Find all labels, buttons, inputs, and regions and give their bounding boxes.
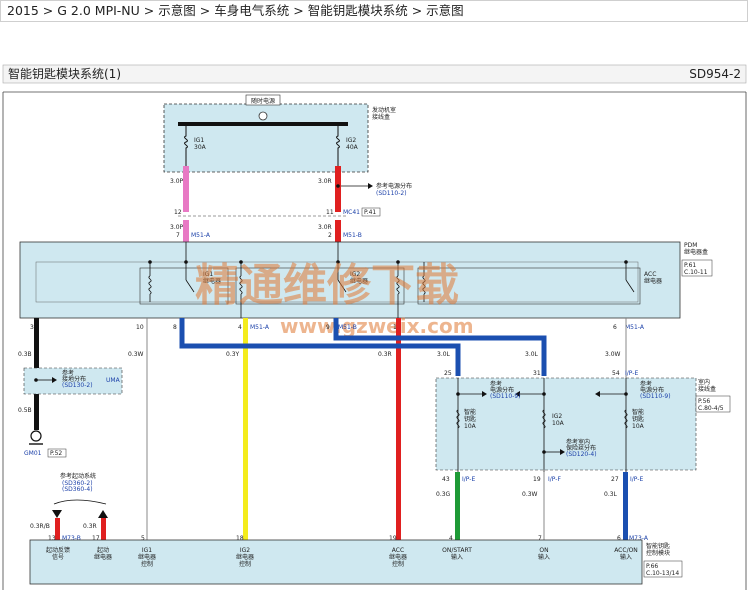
module-name: 智能钥匙控制模块 [646, 542, 670, 557]
connector-mc41: MC41 [343, 209, 360, 216]
start-ref-codes[interactable]: (SD360-2) (SD360-4) [62, 480, 93, 493]
connector-ip-f: I/P-F [548, 476, 561, 483]
diagram-title: 智能钥匙模块系统(1) [8, 66, 121, 81]
pin-7: 7 [176, 232, 180, 239]
wire-red-start-relay [101, 518, 106, 540]
wire-pink-top [183, 166, 189, 212]
wire-label-30r: 3.0R [318, 178, 332, 185]
watermark-cn: 精通维修下载 [195, 260, 459, 311]
pin-8: 8 [173, 324, 177, 331]
watermark-url: www.gzweix.com [280, 314, 474, 338]
wire-label-30r-2: 3.0R [318, 224, 332, 231]
wire-label-30l-a: 3.0L [437, 351, 451, 358]
wire-label-03rb: 0.3R/B [30, 523, 50, 530]
wire-green [455, 472, 460, 540]
wire-label-03w-2: 0.3W [522, 491, 538, 498]
wire-yellow [243, 318, 248, 540]
arrow-right-icon [368, 183, 373, 189]
ref-power-label: 参考电源分布 [376, 182, 412, 190]
engine-box-line: 发动机室 [372, 106, 396, 114]
wire-label-30p-2: 3.0P [170, 224, 184, 231]
fuse-left-label: 智能钥匙 10A [464, 408, 477, 430]
arrow-up-icon [98, 510, 108, 518]
connector-m51a-mid: M51-A [250, 324, 270, 331]
wire-label-30l-b: 3.0L [525, 351, 539, 358]
pin-25: 25 [444, 370, 452, 377]
wire-red-start-feedback [55, 518, 60, 540]
arrow-down-icon [52, 510, 62, 518]
connector-m51b-mid: M51-B [338, 324, 357, 331]
pin-3: 3 [30, 324, 34, 331]
pin-6: 6 [613, 324, 617, 331]
smart-key-module [29, 539, 643, 585]
hot-label: 随时电源 [251, 97, 275, 105]
fuse-right-label: 智能钥匙 10A [632, 408, 645, 430]
start-ref-label: 参考起动系统 [60, 472, 96, 480]
ground-gm01: GM01 [24, 450, 42, 457]
pin-11: 11 [326, 209, 334, 216]
connector-ip-e: I/P-E [625, 370, 638, 377]
ref-power-code[interactable]: (SD110-2) [376, 190, 407, 197]
ground-icon [30, 430, 42, 442]
wire-label-03g: 0.3G [436, 491, 451, 498]
pin-9: 9 [326, 324, 330, 331]
wire-label-03r-2: 0.3R [83, 523, 97, 530]
pin-54: 54 [612, 370, 620, 377]
wire-red-top [335, 166, 341, 212]
engine-box-label: 发动机室接线盒 [372, 106, 396, 121]
wire-label-03y: 0.3Y [226, 351, 240, 358]
page-badge-p52[interactable]: P.52 [50, 450, 62, 457]
wire-label-30w: 3.0W [605, 351, 621, 358]
connector-m51a-top: M51-A [191, 232, 211, 239]
connector-m51a-right: M51-A [625, 324, 645, 331]
wiring-diagram: 智能钥匙模块系统(1) SD954-2 随时电源 发动机室接线盒 IG1 30A … [2, 64, 747, 590]
connector-ip-e-lower: I/P-E [462, 476, 475, 483]
connector-m51b-top: M51-B [343, 232, 362, 239]
busbar [178, 122, 348, 126]
page-badge-p41[interactable]: P.41 [364, 209, 376, 216]
wire-label-30p: 3.0P [170, 178, 184, 185]
pin-12: 12 [174, 209, 182, 216]
wire-red-lower [396, 318, 401, 540]
pin-4: 4 [238, 324, 242, 331]
pin-43: 43 [442, 476, 450, 483]
diagram-code: SD954-2 [689, 67, 741, 81]
pin-10: 10 [136, 324, 144, 331]
connector-ip-e-lower2: I/P-E [630, 476, 643, 483]
wire-red-mid [335, 220, 341, 242]
wire-label-03w: 0.3W [128, 351, 144, 358]
uma-label: UMA [106, 377, 121, 384]
pdm-label: PDM 继电器盒 [684, 242, 708, 256]
wire-label-03l: 0.3L [604, 491, 618, 498]
pin-19: 19 [533, 476, 541, 483]
indoor-box-label: 室内接线盒 [698, 378, 716, 393]
module-label-on: ON 输入 [538, 547, 550, 561]
wire-pink-mid [183, 220, 189, 242]
wire-label-03b: 0.3B [18, 351, 32, 358]
pin-2: 2 [328, 232, 332, 239]
wire-label-05b: 0.5B [18, 407, 32, 414]
pin-27: 27 [611, 476, 619, 483]
pin-31: 31 [533, 370, 541, 377]
wire-label-03r: 0.3R [378, 351, 392, 358]
wire-blue-lower [623, 472, 628, 540]
